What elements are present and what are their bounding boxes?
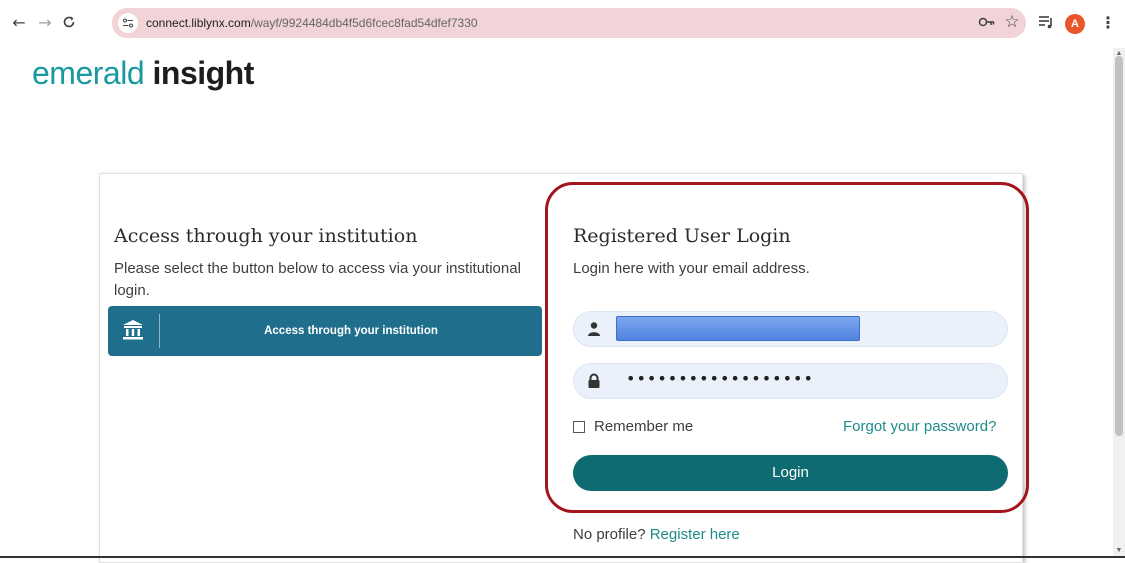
no-profile-row: No profile? Register here <box>573 526 740 543</box>
reload-icon[interactable] <box>58 11 80 33</box>
institution-icon <box>123 320 143 340</box>
menu-kebab-icon[interactable]: ⋮ <box>1097 11 1119 33</box>
email-autofill-value <box>616 316 860 341</box>
address-bar[interactable]: connect.liblynx.com/wayf/9924484db4f5d6f… <box>112 8 1026 38</box>
remember-me[interactable]: Remember me <box>573 418 693 435</box>
url-text[interactable]: connect.liblynx.com/wayf/9924484db4f5d6f… <box>146 16 478 30</box>
institution-description: Please select the button below to access… <box>114 260 521 299</box>
password-key-icon[interactable] <box>976 11 998 33</box>
url-path: /wayf/9924484db4f5d6fcec8fad54dfef7330 <box>250 16 478 30</box>
email-input[interactable] <box>573 311 1008 347</box>
password-mask: •••••••••••••••••• <box>626 369 814 388</box>
access-institution-label: Access through your institution <box>264 325 438 337</box>
browser-toolbar: ← → connect.liblynx.com/wayf/9924484db4f… <box>0 0 1125 48</box>
scroll-down-icon[interactable]: ▼ <box>1113 545 1125 555</box>
site-info-icon[interactable] <box>118 13 138 33</box>
forgot-password-link[interactable]: Forgot your password? <box>843 418 996 435</box>
media-controls-icon[interactable] <box>1035 11 1057 33</box>
scrollbar-thumb[interactable] <box>1115 56 1123 436</box>
profile-avatar[interactable]: A <box>1065 14 1085 34</box>
access-institution-button[interactable]: Access through your institution <box>108 306 542 356</box>
institution-heading: Access through your institution <box>114 225 418 247</box>
logo-light-text: emerald <box>32 55 145 91</box>
window-bottom-edge <box>0 556 1125 558</box>
login-heading: Registered User Login <box>573 225 791 247</box>
no-profile-text: No profile? <box>573 526 646 543</box>
lock-icon <box>588 373 600 388</box>
emerald-insight-logo[interactable]: emerald insight <box>32 55 254 92</box>
password-input[interactable]: •••••••••••••••••• <box>573 363 1008 399</box>
logo-bold-text: insight <box>152 55 255 91</box>
bookmark-star-icon[interactable]: ☆ <box>1001 11 1023 33</box>
remember-me-checkbox[interactable] <box>573 420 585 433</box>
url-host: connect.liblynx.com <box>146 16 251 30</box>
forward-icon[interactable]: → <box>34 11 56 33</box>
remember-me-label: Remember me <box>594 418 694 435</box>
register-link[interactable]: Register here <box>650 526 740 543</box>
user-icon <box>588 322 600 336</box>
login-description: Login here with your email address. <box>573 260 810 277</box>
back-icon[interactable]: ← <box>8 11 30 33</box>
login-button[interactable]: Login <box>573 455 1008 491</box>
